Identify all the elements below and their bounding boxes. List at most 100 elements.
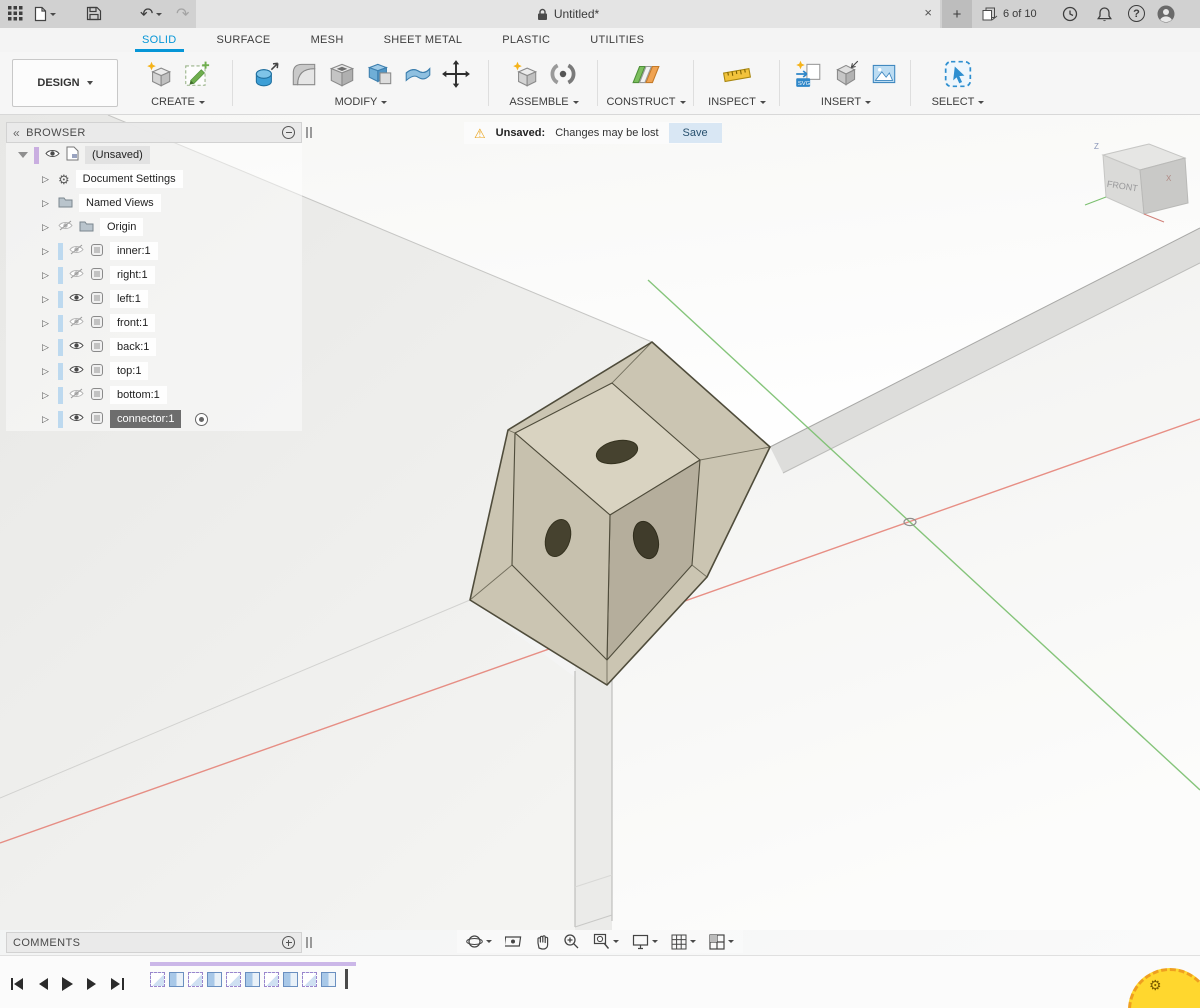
grid-snaps-button[interactable] [671, 934, 696, 950]
panel-drag-grip[interactable] [306, 937, 312, 948]
visibility-eye-icon[interactable] [69, 364, 84, 378]
tab-sheet-metal[interactable]: SHEET METAL [384, 28, 463, 52]
timeline-feature-sketch[interactable] [188, 972, 203, 987]
document-tab[interactable]: Untitled* × [196, 0, 940, 28]
expand-arrow-icon[interactable]: ▷ [42, 390, 52, 401]
visibility-eye-off-icon[interactable] [69, 268, 84, 282]
timeline-step-forward-button[interactable] [86, 977, 98, 994]
help-button[interactable]: ? [1128, 5, 1145, 22]
orbit-button[interactable] [466, 933, 492, 950]
3d-viewport[interactable]: FRONT Z X ⚠ Unsaved: Changes may be lost… [0, 115, 1200, 955]
browser-root-row[interactable]: (Unsaved) [6, 143, 302, 167]
pan-button[interactable] [535, 934, 550, 950]
timeline-feature-sketch[interactable] [264, 972, 279, 987]
create-sketch-icon[interactable] [182, 59, 212, 92]
expand-arrow-icon[interactable]: ▷ [42, 198, 52, 209]
tab-mesh[interactable]: MESH [311, 28, 344, 52]
tab-solid[interactable]: SOLID [142, 28, 177, 52]
collapse-panel-icon[interactable]: « [13, 127, 20, 139]
display-settings-button[interactable] [632, 934, 658, 950]
zoom-button[interactable] [563, 933, 580, 950]
browser-item-left[interactable]: ▷ left:1 [6, 287, 302, 311]
timeline-feature-sketch[interactable] [302, 972, 317, 987]
close-tab-icon[interactable]: × [924, 6, 932, 20]
look-at-button[interactable] [505, 934, 522, 949]
inspect-menu-button[interactable]: INSPECT [698, 96, 776, 108]
viewports-button[interactable] [709, 934, 734, 950]
visibility-eye-icon[interactable] [45, 148, 60, 162]
panel-drag-grip[interactable] [306, 127, 312, 138]
document-counter[interactable]: 6 of 10 [982, 7, 1037, 21]
tab-surface[interactable]: SURFACE [217, 28, 271, 52]
browser-item-connector[interactable]: ▷ connector:1 [6, 407, 302, 431]
timeline-go-to-end-button[interactable] [110, 977, 125, 994]
assemble-menu-button[interactable]: ASSEMBLE [494, 96, 594, 108]
construct-menu-button[interactable]: CONSTRUCT [602, 96, 690, 108]
press-pull-icon[interactable] [251, 59, 281, 92]
expand-arrow-icon[interactable]: ▷ [42, 294, 52, 305]
timeline-feature-extrude[interactable] [169, 972, 184, 987]
browser-item-inner[interactable]: ▷ inner:1 [6, 239, 302, 263]
help-badge[interactable]: ⚙ [1128, 968, 1200, 1008]
joint-icon[interactable] [548, 59, 578, 92]
expand-arrow-icon[interactable]: ▷ [42, 318, 52, 329]
comments-header[interactable]: COMMENTS [6, 932, 302, 953]
tab-plastic[interactable]: PLASTIC [502, 28, 550, 52]
undo-button[interactable]: ↶ [140, 4, 162, 24]
expand-arrow-icon[interactable]: ▷ [42, 222, 52, 233]
activate-component-radio[interactable] [195, 413, 208, 426]
browser-item-bottom[interactable]: ▷ bottom:1 [6, 383, 302, 407]
expand-arrow-icon[interactable]: ▷ [42, 342, 52, 353]
expand-arrow-icon[interactable]: ▷ [42, 414, 52, 425]
account-avatar[interactable] [1157, 5, 1175, 23]
new-component-icon[interactable] [510, 59, 540, 92]
timeline-feature-extrude[interactable] [207, 972, 222, 987]
root-document-label[interactable]: (Unsaved) [85, 146, 150, 164]
visibility-eye-icon[interactable] [69, 292, 84, 306]
visibility-eye-icon[interactable] [69, 340, 84, 354]
save-button[interactable] [86, 6, 102, 21]
timeline-step-back-button[interactable] [37, 977, 49, 994]
zoom-fit-button[interactable] [593, 933, 619, 950]
browser-item-origin[interactable]: ▷ Origin [6, 215, 302, 239]
timeline-feature-sketch[interactable] [150, 972, 165, 987]
browser-item-document-settings[interactable]: ▷ ⚙ Document Settings [6, 167, 302, 191]
insert-menu-button[interactable]: INSERT [785, 96, 907, 108]
expand-arrow-icon[interactable]: ▷ [42, 270, 52, 281]
minimize-panel-icon[interactable] [282, 126, 295, 139]
shell-icon[interactable] [327, 59, 357, 92]
construction-plane-icon[interactable] [631, 59, 661, 92]
corner-post[interactable] [575, 660, 612, 930]
timeline-feature-extrude[interactable] [283, 972, 298, 987]
visibility-eye-off-icon[interactable] [69, 388, 84, 402]
expand-arrow-icon[interactable]: ▷ [42, 246, 52, 257]
expand-arrow-icon[interactable]: ▷ [42, 366, 52, 377]
expand-comments-icon[interactable] [282, 936, 295, 949]
browser-item-top[interactable]: ▷ top:1 [6, 359, 302, 383]
measure-icon[interactable] [722, 59, 752, 92]
timeline-feature-sketch[interactable] [226, 972, 241, 987]
timeline-feature-extrude[interactable] [321, 972, 336, 987]
save-document-button[interactable]: Save [669, 123, 722, 143]
timeline-go-to-start-button[interactable] [10, 977, 25, 994]
browser-item-right[interactable]: ▷ right:1 [6, 263, 302, 287]
visibility-eye-icon[interactable] [69, 412, 84, 426]
timeline-play-button[interactable] [61, 976, 74, 995]
draft-icon[interactable] [403, 59, 433, 92]
expand-arrow-icon[interactable] [18, 152, 28, 158]
expand-arrow-icon[interactable]: ▷ [42, 174, 52, 185]
visibility-eye-off-icon[interactable] [69, 316, 84, 330]
combine-icon[interactable] [365, 59, 395, 92]
visibility-eye-off-icon[interactable] [58, 220, 73, 234]
visibility-eye-off-icon[interactable] [69, 244, 84, 258]
canvas-image-icon[interactable] [869, 59, 899, 92]
redo-button[interactable]: ↷ [176, 4, 189, 24]
tab-utilities[interactable]: UTILITIES [590, 28, 644, 52]
browser-item-front[interactable]: ▷ front:1 [6, 311, 302, 335]
fillet-icon[interactable] [289, 59, 319, 92]
new-tab-button[interactable]: + [942, 0, 972, 28]
create-menu-button[interactable]: CREATE [128, 96, 228, 108]
insert-svg-icon[interactable]: SVG [793, 59, 823, 92]
app-menu-icon[interactable] [8, 6, 23, 21]
notifications-button[interactable] [1097, 6, 1112, 22]
